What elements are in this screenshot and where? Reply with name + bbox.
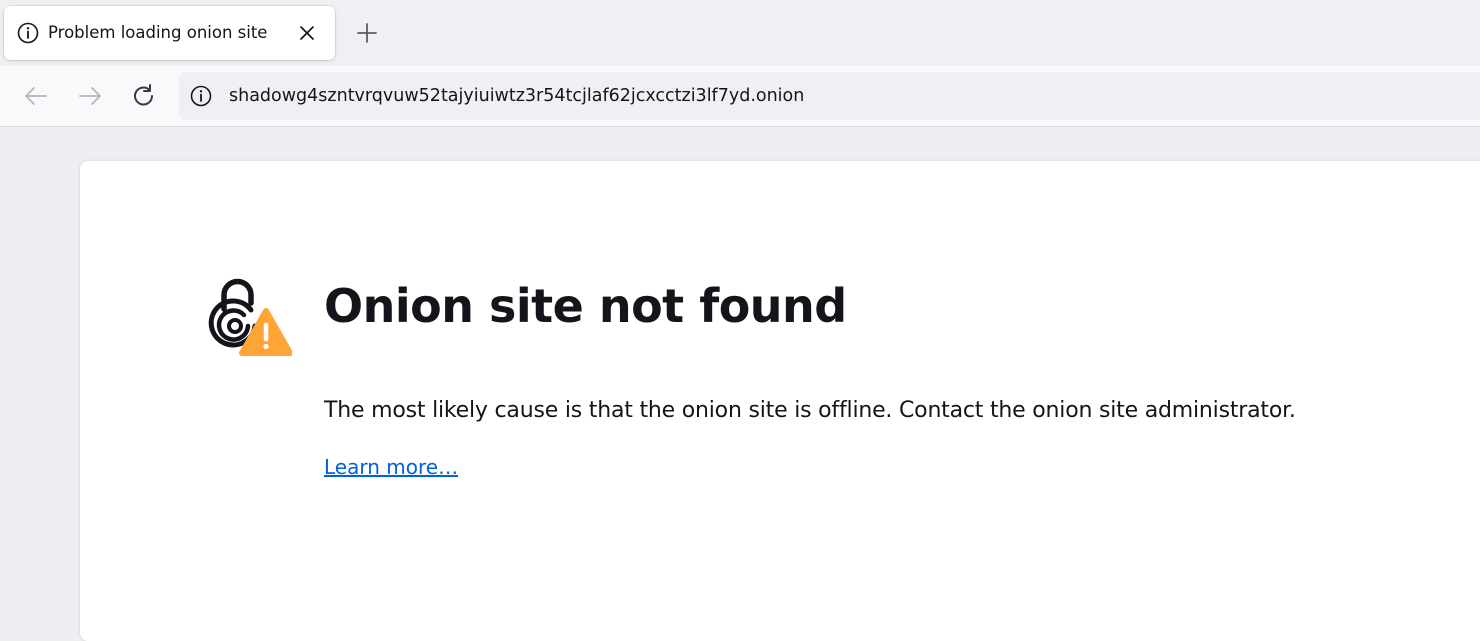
error-title: Onion site not found	[324, 279, 847, 333]
close-icon[interactable]	[297, 23, 317, 43]
back-arrow-icon[interactable]	[22, 82, 50, 110]
learn-more-link[interactable]: Learn more…	[324, 455, 458, 479]
plus-icon[interactable]	[354, 20, 380, 46]
reload-icon[interactable]	[130, 82, 158, 110]
info-icon[interactable]	[190, 85, 212, 107]
error-page: Onion site not found The most likely cau…	[80, 161, 1480, 641]
navigation-bar: shadowg4szntvrqvuw52tajyiuiwtz3r54tcjlaf…	[0, 66, 1480, 127]
onion-lock-warning-icon	[208, 278, 292, 356]
tab-problem-loading[interactable]: Problem loading onion site	[4, 6, 335, 60]
url-bar[interactable]: shadowg4szntvrqvuw52tajyiuiwtz3r54tcjlaf…	[179, 72, 1480, 120]
url-text[interactable]: shadowg4szntvrqvuw52tajyiuiwtz3r54tcjlaf…	[229, 86, 804, 106]
tab-strip: Problem loading onion site	[0, 0, 1480, 66]
forward-arrow-icon[interactable]	[76, 82, 104, 110]
error-description: The most likely cause is that the onion …	[324, 398, 1296, 423]
info-icon	[17, 22, 39, 44]
tab-title: Problem loading onion site	[48, 23, 268, 42]
